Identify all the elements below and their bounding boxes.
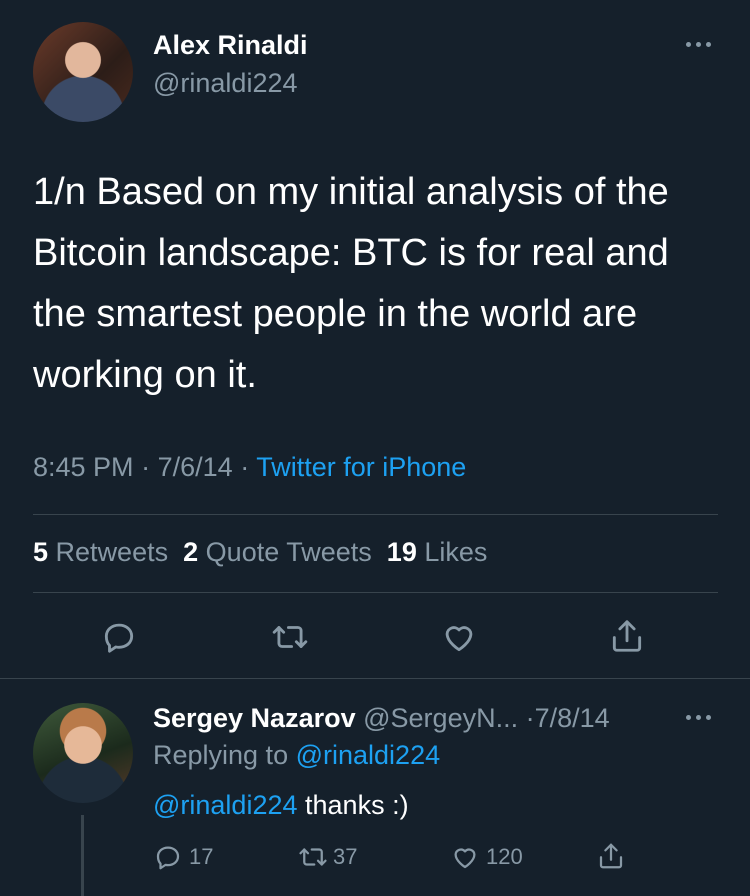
retweets-stat[interactable]: 5 Retweets xyxy=(33,537,168,567)
meta-separator: · xyxy=(141,452,151,482)
tweet-text: 1/n Based on my initial analysis of the … xyxy=(33,171,669,396)
reply-date-separator: · xyxy=(525,703,535,733)
meta-separator: · xyxy=(240,452,250,482)
reply-action-reply[interactable]: 17 xyxy=(153,842,213,872)
author-handle[interactable]: @rinaldi224 xyxy=(153,68,298,99)
tweet-meta: 8:45 PM · 7/6/14 · Twitter for iPhone xyxy=(33,452,466,483)
more-icon[interactable] xyxy=(686,42,711,47)
replying-to-prefix: Replying to xyxy=(153,740,289,770)
tweet-stats: 5 Retweets 2 Quote Tweets 19 Likes xyxy=(33,537,487,568)
tweet-source[interactable]: Twitter for iPhone xyxy=(256,452,466,482)
heart-icon[interactable] xyxy=(440,618,478,656)
divider xyxy=(0,678,750,679)
reply-date[interactable]: 7/8/14 xyxy=(535,703,610,733)
author-name[interactable]: Alex Rinaldi xyxy=(153,30,308,61)
reply-author-name[interactable]: Sergey Nazarov xyxy=(153,703,356,733)
author-avatar[interactable] xyxy=(33,22,133,122)
thread-line xyxy=(81,815,84,896)
heart-icon xyxy=(450,842,480,872)
share-icon[interactable] xyxy=(596,840,626,872)
tweet-date: 7/6/14 xyxy=(157,452,233,482)
likes-count: 19 xyxy=(386,537,417,567)
reply-action-like[interactable]: 120 xyxy=(450,842,523,872)
quotes-count: 2 xyxy=(183,537,199,567)
like-count: 120 xyxy=(486,844,523,869)
reply-action-retweet[interactable]: 37 xyxy=(297,842,357,872)
reply-more-icon[interactable] xyxy=(686,715,711,720)
replying-to: Replying to @rinaldi224 xyxy=(153,740,440,771)
tweet-time: 8:45 PM xyxy=(33,452,134,482)
reply-count: 17 xyxy=(189,844,214,869)
share-icon[interactable] xyxy=(608,616,646,656)
reply-icon[interactable] xyxy=(100,618,138,656)
reply-author-avatar[interactable] xyxy=(33,703,133,803)
retweet-count: 37 xyxy=(333,844,358,869)
reply-body: thanks :) xyxy=(305,790,409,820)
divider xyxy=(33,514,718,515)
quotes-label: Quote Tweets xyxy=(205,537,372,567)
divider xyxy=(33,592,718,593)
likes-label: Likes xyxy=(424,537,488,567)
replying-to-handle[interactable]: @rinaldi224 xyxy=(296,740,441,770)
reply-mention[interactable]: @rinaldi224 xyxy=(153,790,298,820)
likes-stat[interactable]: 19 Likes xyxy=(387,537,488,567)
quotes-stat[interactable]: 2 Quote Tweets xyxy=(183,537,372,567)
retweets-label: Retweets xyxy=(55,537,169,567)
reply-author-handle[interactable]: @SergeyN... xyxy=(363,703,518,733)
reply-icon xyxy=(153,842,183,872)
retweet-icon xyxy=(297,842,329,872)
retweets-count: 5 xyxy=(33,537,49,567)
reply-header: Sergey Nazarov @SergeyN... ·7/8/14 xyxy=(153,703,610,734)
retweet-icon[interactable] xyxy=(270,618,310,656)
reply-text: @rinaldi224 thanks :) xyxy=(153,790,409,821)
